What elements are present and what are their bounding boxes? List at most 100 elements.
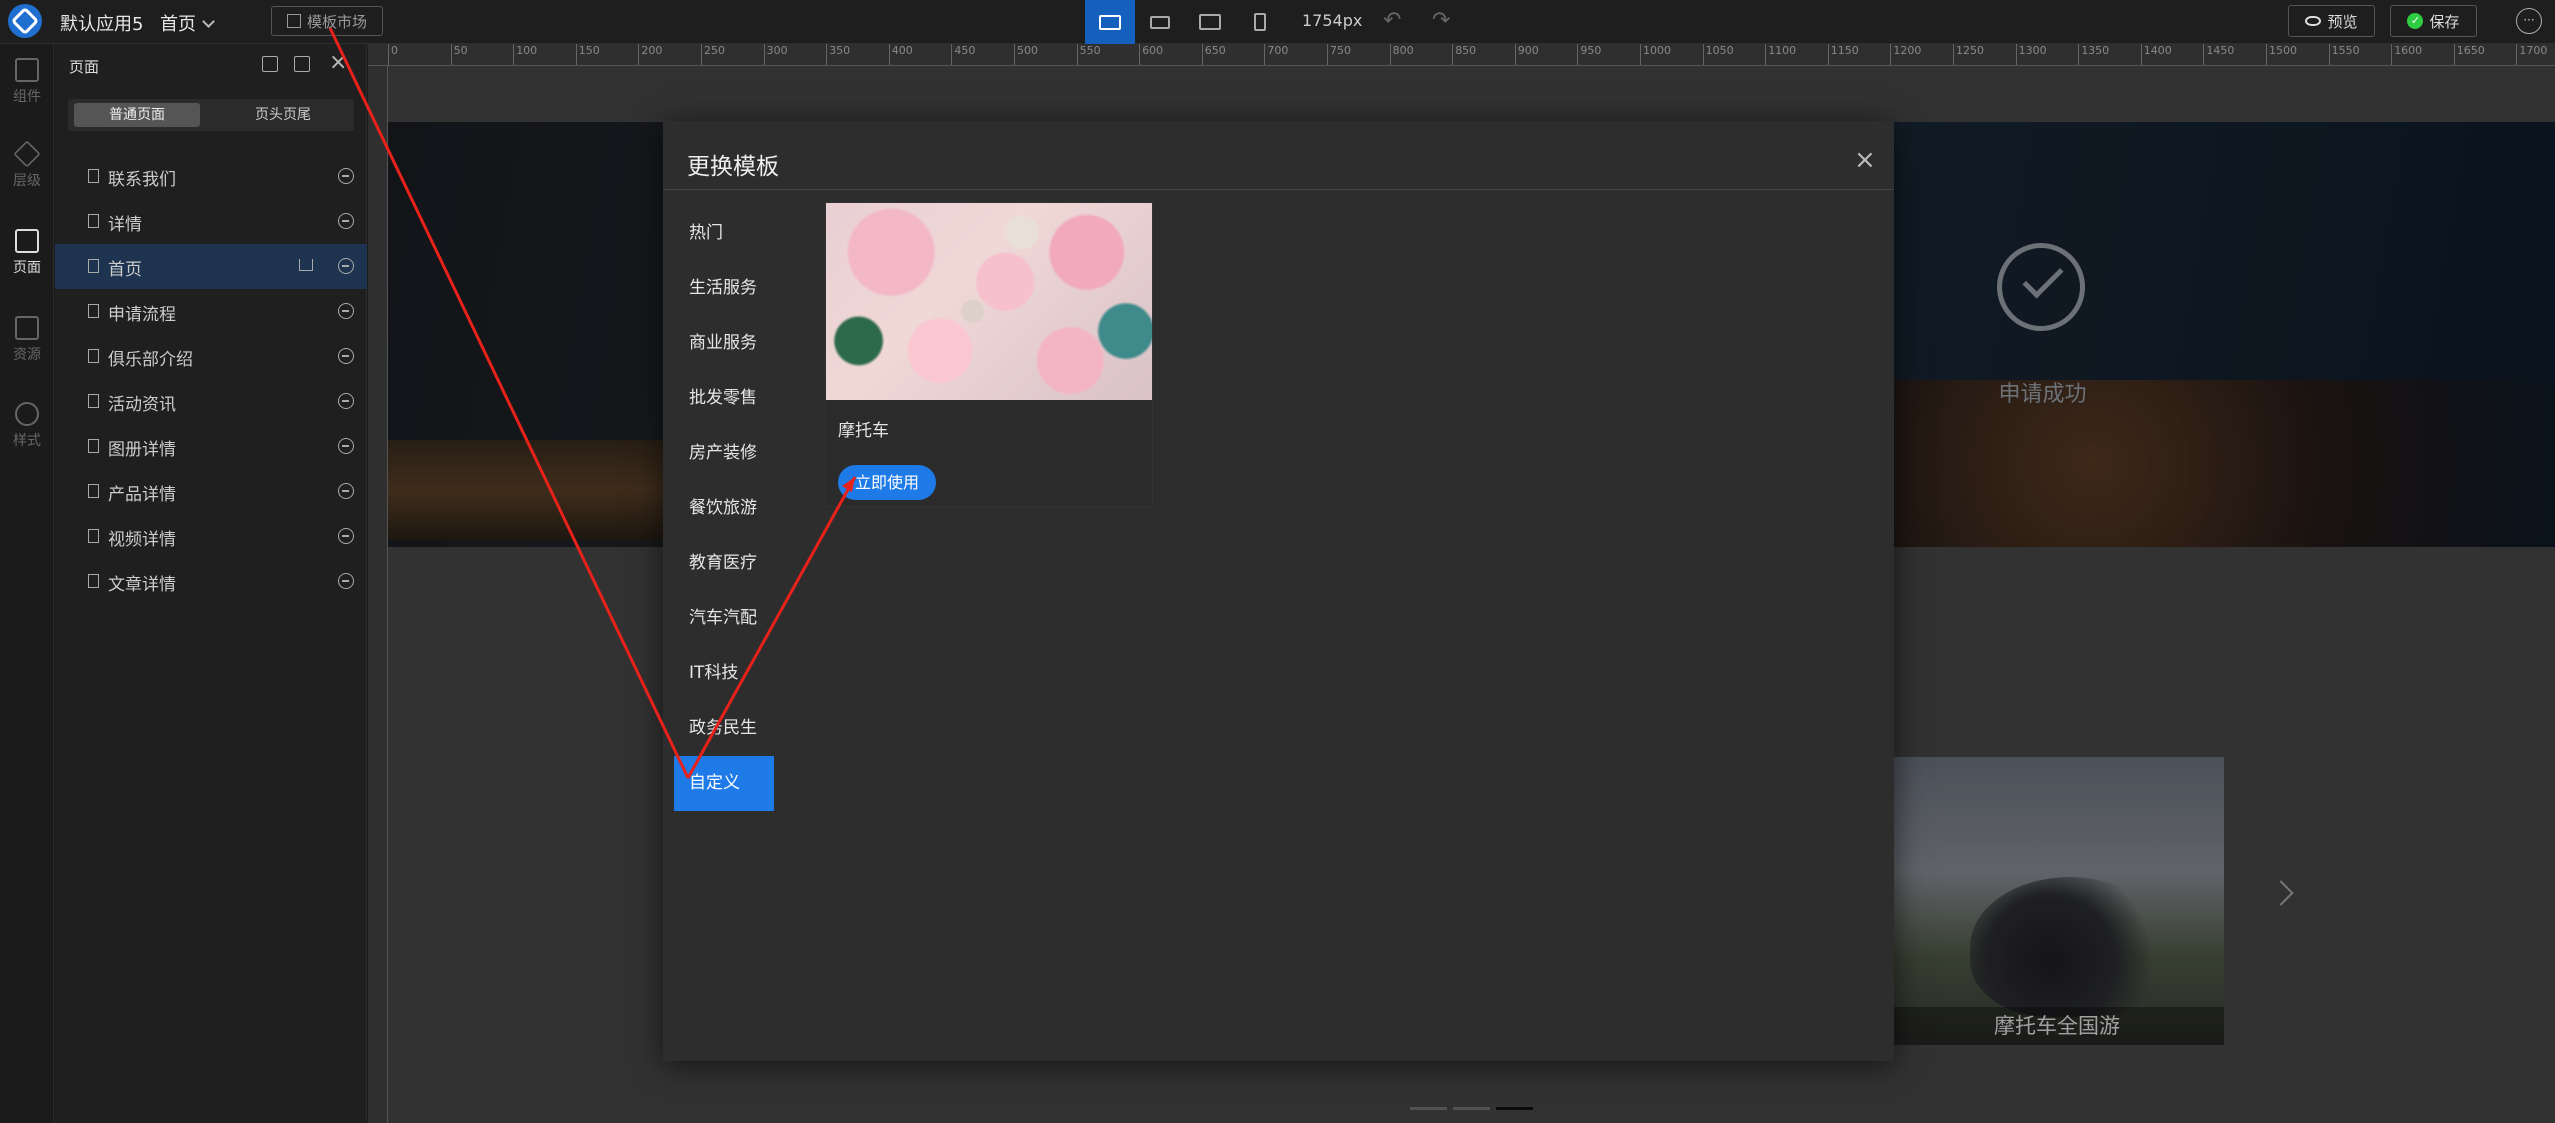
remove-page-icon[interactable] <box>338 258 354 274</box>
page-item-apply-process[interactable]: 申请流程 <box>55 289 367 334</box>
new-folder-icon[interactable] <box>262 56 278 72</box>
ruler-tick: 600 <box>1139 44 1163 65</box>
canvas-width-readout: 1754px <box>1302 11 1363 30</box>
rail-label: 页面 <box>13 260 41 276</box>
template-name: 摩托车 <box>838 421 889 441</box>
home-icon <box>299 259 313 271</box>
check-circle-icon: ✓ <box>2407 13 2424 29</box>
category-business-service[interactable]: 商业服务 <box>674 316 774 371</box>
remove-page-icon[interactable] <box>338 393 354 409</box>
category-wholesale-retail[interactable]: 批发零售 <box>674 371 774 426</box>
remove-page-icon[interactable] <box>338 303 354 319</box>
tab-normal-pages[interactable]: 普通页面 <box>74 103 200 127</box>
ruler-tick: 1700 <box>2516 44 2547 65</box>
category-real-estate[interactable]: 房产装修 <box>674 426 774 481</box>
grid-icon <box>15 58 39 82</box>
page-item-club-intro[interactable]: 俱乐部介绍 <box>55 334 367 379</box>
laptop-view-button[interactable] <box>1135 0 1185 44</box>
app-logo[interactable] <box>8 4 42 38</box>
rail-item-components[interactable]: 组件 <box>0 58 54 106</box>
template-market-label: 模板市场 <box>306 12 367 31</box>
page-type-tabs: 普通页面 页头页尾 <box>68 99 354 131</box>
brush-icon <box>15 402 39 426</box>
category-government[interactable]: 政务民生 <box>674 701 774 756</box>
new-page-icon[interactable] <box>294 56 310 72</box>
pages-icon <box>15 229 39 253</box>
close-icon[interactable]: × <box>1854 145 1876 175</box>
page-item-contact[interactable]: 联系我们 <box>55 154 367 199</box>
more-options-button[interactable]: ··· <box>2516 8 2542 34</box>
rail-item-pages[interactable]: 页面 <box>0 229 54 277</box>
document-icon <box>88 304 99 318</box>
page-item-album[interactable]: 图册详情 <box>55 424 367 469</box>
document-icon <box>88 169 99 183</box>
tablet-view-button[interactable] <box>1185 0 1235 44</box>
document-icon <box>88 394 99 408</box>
category-life-service[interactable]: 生活服务 <box>674 261 774 316</box>
app-name: 默认应用5 <box>60 14 144 35</box>
category-list: 热门 生活服务 商业服务 批发零售 房产装修 餐饮旅游 教育医疗 汽车汽配 IT… <box>674 206 774 811</box>
ruler-tick: 1400 <box>2140 44 2172 65</box>
category-custom[interactable]: 自定义 <box>674 756 774 811</box>
change-template-dialog: 更换模板 × 热门 生活服务 商业服务 批发零售 房产装修 餐饮旅游 教育医疗 … <box>663 121 1894 1061</box>
document-icon <box>88 484 99 498</box>
preview-button[interactable]: 预览 <box>2288 5 2375 37</box>
ruler-tick: 800 <box>1389 44 1414 65</box>
category-education-medical[interactable]: 教育医疗 <box>674 536 774 591</box>
mobile-view-button[interactable] <box>1235 0 1285 44</box>
ruler-tick: 700 <box>1264 44 1288 65</box>
ruler-tick: 1500 <box>2266 44 2297 65</box>
template-market-button[interactable]: 模板市场 <box>271 6 383 36</box>
remove-page-icon[interactable] <box>338 528 354 544</box>
rail-item-assets[interactable]: 资源 <box>0 316 54 364</box>
ruler-tick: 1300 <box>2015 44 2047 65</box>
rail-label: 层级 <box>13 173 41 189</box>
page-item-video[interactable]: 视频详情 <box>55 514 367 559</box>
category-it-tech[interactable]: IT科技 <box>674 646 774 701</box>
remove-page-icon[interactable] <box>338 438 354 454</box>
panel-title: 页面 <box>69 58 100 76</box>
ruler-tick: 1050 <box>1702 44 1734 65</box>
category-food-travel[interactable]: 餐饮旅游 <box>674 481 774 536</box>
close-icon[interactable]: × <box>329 50 347 75</box>
redo-icon[interactable]: ↷ <box>1432 8 1450 33</box>
use-template-button[interactable]: 立即使用 <box>838 465 936 500</box>
desktop-view-button[interactable] <box>1085 0 1135 44</box>
preview-label: 预览 <box>2327 12 2358 31</box>
page-item-detail[interactable]: 详情 <box>55 199 367 244</box>
ruler-tick: 1350 <box>2078 44 2109 65</box>
remove-page-icon[interactable] <box>338 168 354 184</box>
category-hot[interactable]: 热门 <box>674 206 774 261</box>
category-automotive[interactable]: 汽车汽配 <box>674 591 774 646</box>
tab-header-footer[interactable]: 页头页尾 <box>220 103 346 127</box>
rail-label: 组件 <box>13 89 41 105</box>
ruler-tick: 1150 <box>1827 44 1859 65</box>
eye-icon <box>2305 16 2322 26</box>
page-item-article[interactable]: 文章详情 <box>55 559 367 604</box>
page-selector[interactable]: 首页 <box>160 10 215 36</box>
remove-page-icon[interactable] <box>338 213 354 229</box>
page-item-home[interactable]: 首页 <box>55 244 367 289</box>
save-label: 保存 <box>2429 12 2460 31</box>
page-item-label: 申请流程 <box>108 305 176 325</box>
ruler-tick: 1450 <box>2203 44 2234 65</box>
ruler-tick: 0 <box>388 44 398 65</box>
remove-page-icon[interactable] <box>338 573 354 589</box>
ruler-tick: 1200 <box>1890 44 1921 65</box>
remove-page-icon[interactable] <box>338 348 354 364</box>
save-button[interactable]: ✓ 保存 <box>2390 5 2477 37</box>
ruler-tick: 950 <box>1577 44 1601 65</box>
left-rail: 组件 层级 页面 资源 样式 <box>0 44 54 1123</box>
mobile-icon <box>1254 13 1266 31</box>
page-item-news[interactable]: 活动资讯 <box>55 379 367 424</box>
rail-item-layers[interactable]: 层级 <box>0 140 54 190</box>
ruler-tick: 500 <box>1014 44 1038 65</box>
dialog-title: 更换模板 <box>687 154 779 180</box>
undo-icon[interactable]: ↶ <box>1383 8 1401 33</box>
page-item-product[interactable]: 产品详情 <box>55 469 367 514</box>
remove-page-icon[interactable] <box>338 483 354 499</box>
document-icon <box>88 529 99 543</box>
rail-item-styles[interactable]: 样式 <box>0 402 54 450</box>
ruler-tick: 450 <box>951 44 975 65</box>
template-card[interactable]: 摩托车 立即使用 <box>825 202 1153 507</box>
